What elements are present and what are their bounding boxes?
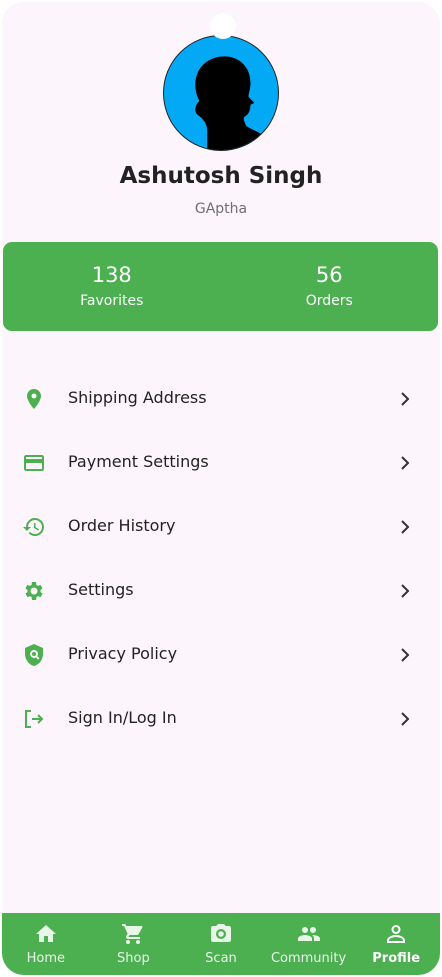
chevron-right-icon [398,518,412,536]
menu-item-privacy-policy[interactable]: Privacy Policy [2,622,440,686]
menu-item-order-history[interactable]: Order History [2,494,440,558]
bottom-navigation: Home Shop Scan Community Profile [2,913,440,975]
nav-item-scan[interactable]: Scan [177,913,265,975]
home-icon [34,922,58,946]
stat-value: 138 [91,263,132,287]
nav-label: Profile [372,951,421,966]
menu-item-sign-in[interactable]: Sign In/Log In [2,686,440,750]
people-icon [297,922,321,946]
nav-label: Home [26,951,65,966]
nav-item-community[interactable]: Community [265,913,353,975]
stat-value: 56 [315,263,343,287]
stat-label: Favorites [80,293,144,309]
menu-item-label: Privacy Policy [68,644,178,663]
nav-item-shop[interactable]: Shop [90,913,178,975]
menu-item-payment-settings[interactable]: Payment Settings [2,430,440,494]
nav-item-profile[interactable]: Profile [352,913,440,975]
profile-screen: Ashutosh Singh GAptha 138 Favorites 56 O… [2,2,440,975]
stat-orders[interactable]: 56 Orders [221,242,439,331]
menu-item-label: Order History [68,516,176,535]
profile-username: GAptha [194,201,248,217]
nav-label: Scan [205,951,237,966]
stat-favorites[interactable]: 138 Favorites [3,242,221,331]
menu-item-label: Payment Settings [68,452,209,471]
login-icon [22,707,46,731]
credit-card-icon [22,451,46,475]
history-icon [22,515,46,539]
settings-menu: Shipping Address Payment Settings Order … [2,366,440,750]
menu-item-label: Settings [68,580,134,599]
chevron-right-icon [398,454,412,472]
stat-label: Orders [305,293,353,309]
menu-item-shipping-address[interactable]: Shipping Address [2,366,440,430]
location-pin-icon [22,387,46,411]
nav-label: Shop [117,951,150,966]
person-icon [384,922,408,946]
camera-notch [210,13,236,39]
chevron-right-icon [398,390,412,408]
chevron-right-icon [398,646,412,664]
avatar[interactable] [163,35,279,151]
menu-item-settings[interactable]: Settings [2,558,440,622]
nav-label: Community [270,951,347,966]
menu-item-label: Sign In/Log In [68,708,177,727]
stats-banner: 138 Favorites 56 Orders [3,242,438,331]
cart-icon [121,922,145,946]
chevron-right-icon [398,710,412,728]
gear-icon [22,579,46,603]
person-silhouette-icon [195,56,278,150]
menu-item-label: Shipping Address [68,388,207,407]
shield-icon [22,643,46,667]
profile-name: Ashutosh Singh [119,163,323,189]
nav-item-home[interactable]: Home [2,913,90,975]
camera-icon [209,922,233,946]
chevron-right-icon [398,582,412,600]
